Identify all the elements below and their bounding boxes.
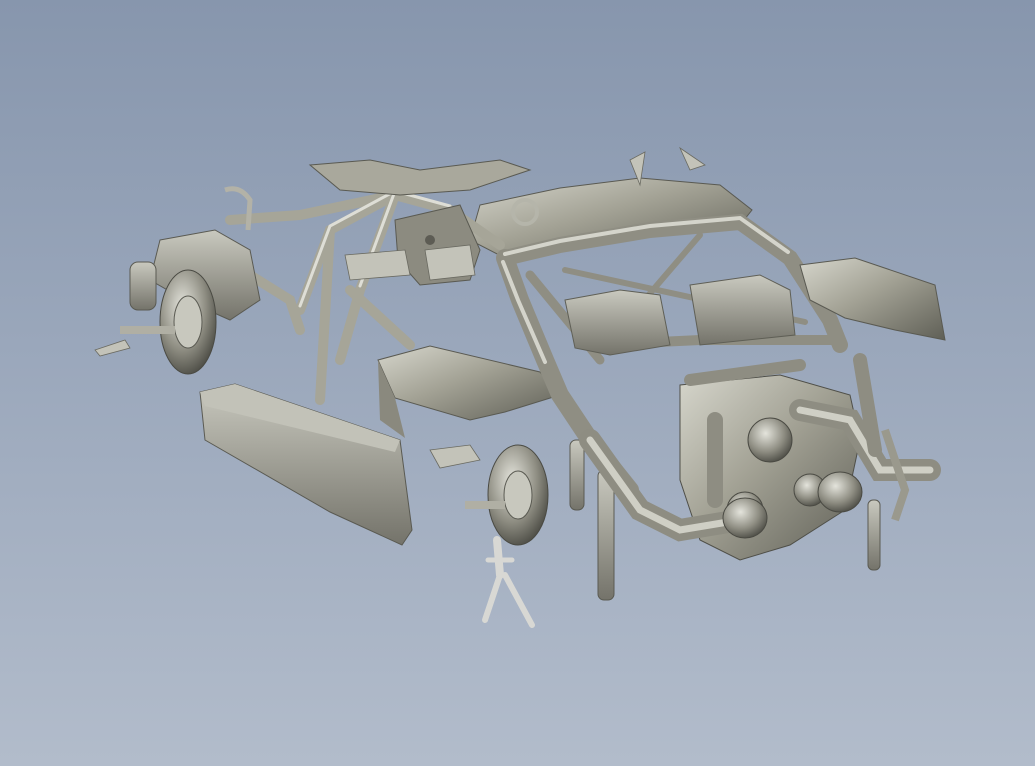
jack-stand <box>482 536 535 628</box>
car-chassis-scan-icon[interactable] <box>0 0 1035 766</box>
floor-panel <box>377 345 561 438</box>
3d-viewport[interactable] <box>0 0 1035 766</box>
rear-panel <box>799 257 946 341</box>
